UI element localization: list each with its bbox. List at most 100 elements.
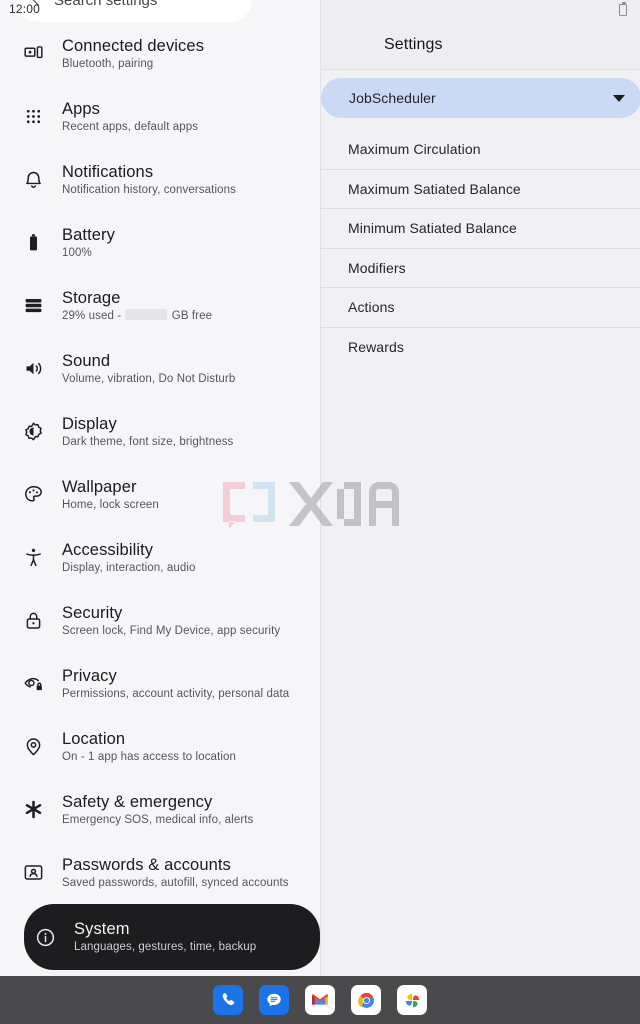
sidebar-item-subtitle: Bluetooth, pairing (62, 57, 154, 70)
sidebar-item-title: Battery (62, 225, 115, 244)
sidebar-item-privacy[interactable]: Privacy Permissions, account activity, pe… (0, 652, 289, 715)
sidebar-item-title: Connected devices (62, 36, 205, 55)
chevron-down-icon[interactable] (613, 95, 625, 102)
lock-icon (18, 610, 48, 631)
jobscheduler-settings-pane: Settings JobScheduler Maximum Circulatio… (320, 0, 640, 1024)
sidebar-item-text: Wallpaper Home, lock screen (62, 477, 159, 513)
sidebar-item-text: Privacy Permissions, account activity, pe… (62, 666, 289, 702)
jobscheduler-dropdown[interactable]: JobScheduler (321, 78, 640, 118)
sidebar-item-subtitle: Notification history, conversations (62, 183, 236, 196)
info-circle-icon (30, 927, 60, 948)
passwords-accounts-icon (18, 862, 48, 883)
asterisk-icon (18, 799, 48, 820)
photos-app-icon[interactable] (397, 985, 427, 1015)
sidebar-item-title: Security (62, 603, 123, 622)
sidebar-item-subtitle: Emergency SOS, medical info, alerts (62, 813, 254, 826)
sidebar-item-wallpaper[interactable]: Wallpaper Home, lock screen (0, 463, 159, 526)
sidebar-item-text: System Languages, gestures, time, backup (74, 919, 256, 955)
sidebar-item-subtitle: Volume, vibration, Do Not Disturb (62, 372, 236, 385)
sidebar-item-accessibility[interactable]: Accessibility Display, interaction, audio (0, 526, 196, 589)
dropdown-selected-value: JobScheduler (349, 90, 436, 106)
sidebar-item-system[interactable]: System Languages, gestures, time, backup (24, 904, 320, 970)
preference-item[interactable]: Rewards (321, 328, 640, 368)
sidebar-item-subtitle: On - 1 app has access to location (62, 750, 236, 763)
sidebar-item-title: Sound (62, 351, 111, 370)
connected-devices-icon (18, 43, 48, 64)
app-header: Settings (321, 20, 640, 70)
accessibility-icon (18, 547, 48, 568)
sidebar-item-subtitle: Screen lock, Find My Device, app securit… (62, 624, 281, 637)
messages-app-icon[interactable] (259, 985, 289, 1015)
sidebar-item-text: Apps Recent apps, default apps (62, 99, 198, 135)
preference-item[interactable]: Modifiers (321, 249, 640, 288)
apps-grid-icon (18, 106, 48, 127)
preference-item[interactable]: Actions (321, 288, 640, 328)
storage-icon (18, 295, 48, 316)
preference-list: Maximum Circulation Maximum Satiated Bala… (321, 130, 640, 367)
sidebar-item-title: Wallpaper (62, 477, 137, 496)
taskbar (0, 976, 640, 1024)
sidebar-item-subtitle: Saved passwords, autofill, synced accoun… (62, 876, 289, 889)
sidebar-item-title: Notifications (62, 162, 154, 181)
sidebar-item-text: Notifications Notification history, conve… (62, 162, 236, 198)
page-title: Settings (384, 35, 443, 53)
redacted-value (125, 308, 168, 320)
sidebar-item-subtitle: Languages, gestures, time, backup (74, 941, 257, 953)
sidebar-item-apps[interactable]: Apps Recent apps, default apps (0, 85, 198, 148)
sidebar-item-passwords-accounts[interactable]: Passwords & accounts Saved passwords, aut… (0, 841, 289, 904)
battery-icon (18, 232, 48, 253)
sidebar-item-storage[interactable]: Storage 29% used - GB free (0, 274, 212, 337)
sidebar-item-text: Security Screen lock, Find My Device, app… (62, 603, 280, 639)
sound-icon (18, 358, 48, 379)
subtitle-prefix: 29% used - (62, 309, 125, 322)
preference-item[interactable]: Maximum Satiated Balance (321, 170, 640, 209)
search-settings-label: Search settings (54, 0, 158, 9)
back-arrow-icon[interactable] (30, 0, 44, 7)
sidebar-item-safety-emergency[interactable]: Safety & emergency Emergency SOS, medical… (0, 778, 253, 841)
preference-item[interactable]: Maximum Circulation (321, 130, 640, 170)
gmail-app-icon[interactable] (305, 985, 335, 1015)
chrome-app-icon[interactable] (351, 985, 381, 1015)
sidebar-item-security[interactable]: Security Screen lock, Find My Device, app… (0, 589, 280, 652)
sidebar-item-text: Location On - 1 app has access to locatio… (62, 729, 236, 765)
privacy-eye-icon (18, 673, 48, 694)
status-bar-right (321, 0, 640, 20)
sidebar-item-title: Safety & emergency (62, 792, 213, 811)
sidebar-item-battery[interactable]: Battery 100% (0, 211, 115, 274)
sidebar-item-subtitle: Display, interaction, audio (62, 561, 196, 574)
settings-navigation-pane: Connected devices Bluetooth, pairing Apps R… (0, 0, 320, 1024)
sidebar-item-subtitle: Home, lock screen (62, 498, 159, 511)
sidebar-item-title: Passwords & accounts (62, 855, 231, 874)
sidebar-item-text: Battery 100% (62, 225, 115, 261)
sidebar-item-display[interactable]: Display Dark theme, font size, brightness (0, 400, 233, 463)
preference-item[interactable]: Minimum Satiated Balance (321, 209, 640, 249)
sidebar-item-subtitle: Dark theme, font size, brightness (62, 435, 234, 448)
sidebar-item-text: Passwords & accounts Saved passwords, aut… (62, 855, 289, 891)
sidebar-item-connected-devices[interactable]: Connected devices Bluetooth, pairing (0, 22, 204, 85)
sidebar-item-sound[interactable]: Sound Volume, vibration, Do Not Disturb (0, 337, 235, 400)
sidebar-item-title: Location (62, 729, 126, 748)
sidebar-item-notifications[interactable]: Notifications Notification history, conve… (0, 148, 236, 211)
sidebar-item-title: System (74, 920, 130, 938)
sidebar-item-text: Connected devices Bluetooth, pairing (62, 36, 204, 72)
search-settings-bar[interactable]: Search settings (16, 0, 252, 22)
sidebar-item-location[interactable]: Location On - 1 app has access to locatio… (0, 715, 236, 778)
display-brightness-icon (18, 421, 48, 442)
sidebar-item-subtitle: 29% used - GB free (62, 308, 213, 324)
sidebar-item-text: Display Dark theme, font size, brightness (62, 414, 233, 450)
battery-icon (619, 2, 627, 16)
phone-app-icon[interactable] (213, 985, 243, 1015)
sidebar-item-text: Sound Volume, vibration, Do Not Disturb (62, 351, 235, 387)
subtitle-suffix: GB free (168, 309, 213, 322)
sidebar-item-subtitle: 100% (62, 246, 92, 259)
bell-icon (18, 169, 48, 190)
sidebar-item-text: Accessibility Display, interaction, audio (62, 540, 196, 576)
sidebar-item-title: Privacy (62, 666, 117, 685)
sidebar-item-title: Storage (62, 288, 121, 307)
palette-icon (18, 484, 48, 505)
sidebar-item-text: Storage 29% used - GB free (62, 288, 212, 324)
tablet-screen: Connected devices Bluetooth, pairing Apps R… (0, 0, 640, 1024)
sidebar-item-subtitle: Recent apps, default apps (62, 120, 199, 133)
sidebar-item-text: Safety & emergency Emergency SOS, medical… (62, 792, 253, 828)
location-pin-icon (18, 736, 48, 757)
